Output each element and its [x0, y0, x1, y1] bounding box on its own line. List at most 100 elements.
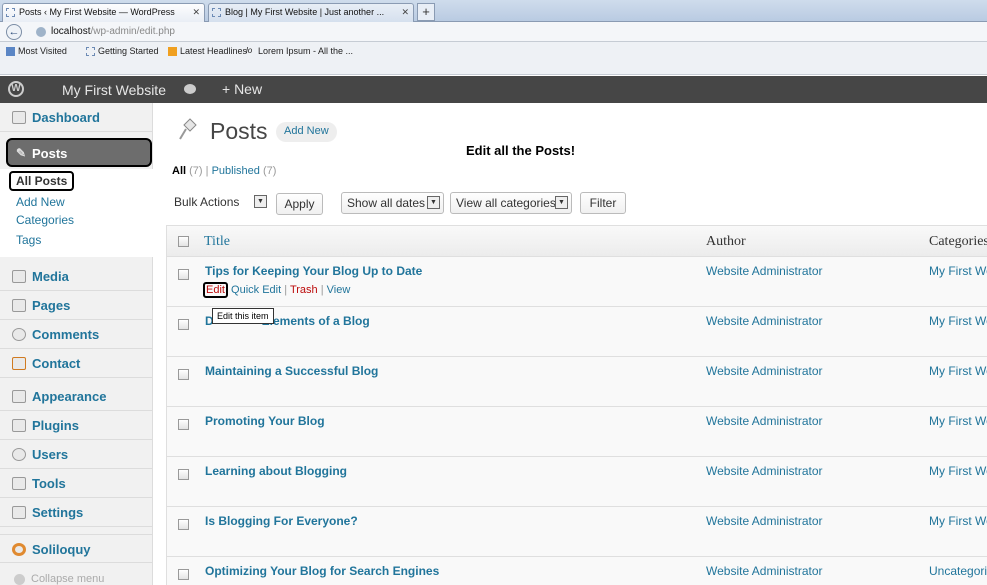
post-category-link[interactable]: My First We — [929, 414, 987, 428]
browser-tab-active[interactable]: Posts ‹ My First Website — WordPress ✕ — [2, 3, 205, 22]
select-value: Bulk Actions — [174, 195, 240, 209]
wp-admin-bar: W My First Website + New — [0, 76, 987, 103]
posts-submenu: All Posts Add New Categories Tags — [0, 169, 153, 257]
row-checkbox[interactable] — [178, 269, 189, 280]
column-title-header[interactable]: Title — [204, 234, 230, 250]
tab-title: Posts ‹ My First Website — WordPress — [19, 7, 175, 17]
new-content-button[interactable]: + New — [222, 81, 262, 97]
collapse-menu-button[interactable]: Collapse menu — [14, 573, 104, 585]
new-tab-button[interactable]: + — [417, 3, 435, 21]
post-author-link[interactable]: Website Administrator — [706, 264, 823, 278]
submenu-all-posts[interactable]: All Posts — [9, 171, 75, 191]
column-categories-header: Categories — [929, 234, 987, 249]
bookmark-latest-headlines[interactable]: Latest Headlines — [168, 46, 247, 56]
submenu-categories[interactable]: Categories — [16, 213, 74, 227]
menu-label: Settings — [32, 505, 84, 520]
post-title-text: Elements of a Blog — [261, 314, 370, 328]
menu-media[interactable]: Media — [0, 262, 153, 291]
post-author-link[interactable]: Website Administrator — [706, 314, 823, 328]
bookmark-lorem-ipsum[interactable]: lo Lorem Ipsum - All the ... — [246, 46, 353, 56]
add-new-button[interactable]: Add New — [276, 122, 337, 142]
date-filter-select[interactable]: Show all dates ▼ — [341, 192, 444, 214]
menu-label: Contact — [32, 356, 81, 371]
submenu-add-new[interactable]: Add New — [16, 195, 65, 209]
menu-label: Users — [32, 447, 69, 462]
row-checkbox[interactable] — [178, 369, 189, 380]
url-host: localhost — [51, 26, 91, 37]
close-tab-icon[interactable]: ✕ — [401, 4, 409, 21]
menu-plugins[interactable]: Plugins — [0, 411, 153, 440]
select-all-checkbox[interactable] — [178, 236, 189, 247]
dropdown-arrow-icon: ▼ — [427, 196, 440, 209]
globe-icon — [36, 27, 46, 37]
post-author-link[interactable]: Website Administrator — [706, 414, 823, 428]
collapse-label: Collapse menu — [31, 573, 105, 585]
dropdown-arrow-icon: ▼ — [555, 196, 568, 209]
post-title-link[interactable]: Optimizing Your Blog for Search Engines — [205, 564, 439, 578]
row-actions: Edit Quick Edit | Trash | View — [203, 282, 351, 298]
post-category-link[interactable]: Uncategoriz — [929, 564, 987, 578]
action-separator: | — [320, 284, 324, 296]
apply-button[interactable]: Apply — [276, 193, 323, 215]
menu-posts[interactable]: ✎ Posts — [6, 138, 152, 167]
post-author-link[interactable]: Website Administrator — [706, 364, 823, 378]
row-checkbox[interactable] — [178, 519, 189, 530]
menu-appearance[interactable]: Appearance — [0, 382, 153, 411]
rss-icon — [168, 47, 177, 56]
media-icon — [12, 270, 26, 283]
trash-link[interactable]: Trash — [290, 284, 318, 296]
post-title-link[interactable]: Promoting Your Blog — [205, 414, 325, 428]
bulk-actions-select[interactable]: Bulk Actions ▼ — [169, 192, 267, 214]
menu-soliloquy[interactable]: Soliloquy — [0, 534, 153, 563]
bookmark-most-visited[interactable]: Most Visited — [6, 46, 67, 56]
row-checkbox[interactable] — [178, 569, 189, 580]
filter-button[interactable]: Filter — [580, 192, 626, 214]
back-arrow-icon[interactable]: ← — [6, 24, 22, 40]
table-row: Promoting Your Blog Website Administrato… — [167, 407, 987, 457]
menu-dashboard[interactable]: Dashboard — [0, 103, 153, 132]
filter-all-link[interactable]: All — [172, 165, 186, 177]
post-title-link[interactable]: Learning about Blogging — [205, 464, 347, 478]
post-title-link[interactable]: Maintaining a Successful Blog — [205, 364, 378, 378]
category-filter-select[interactable]: View all categories ▼ — [450, 192, 572, 214]
dropdown-arrow-icon: ▼ — [254, 195, 267, 208]
menu-users[interactable]: Users — [0, 440, 153, 469]
post-title-link[interactable]: Is Blogging For Everyone? — [205, 514, 358, 528]
page-title: Posts — [210, 118, 268, 144]
menu-comments[interactable]: Comments — [0, 320, 153, 349]
bookmark-getting-started[interactable]: Getting Started — [86, 46, 159, 56]
menu-tools[interactable]: Tools — [0, 469, 153, 498]
most-visited-icon — [6, 47, 15, 56]
post-author-link[interactable]: Website Administrator — [706, 514, 823, 528]
view-link[interactable]: View — [327, 284, 351, 296]
menu-settings[interactable]: Settings — [0, 498, 153, 527]
post-category-link[interactable]: My First We — [929, 264, 987, 278]
close-tab-icon[interactable]: ✕ — [192, 4, 200, 21]
url-input[interactable]: localhost/wp-admin/edit.php — [51, 26, 175, 37]
bookmarks-bar: Most Visited Getting Started Latest Head… — [0, 42, 987, 75]
plugins-icon — [12, 419, 26, 432]
filter-separator: | — [205, 165, 209, 177]
post-category-link[interactable]: My First We — [929, 514, 987, 528]
row-checkbox[interactable] — [178, 469, 189, 480]
post-category-link[interactable]: My First We — [929, 364, 987, 378]
site-name-link[interactable]: My First Website — [62, 82, 166, 98]
post-author-link[interactable]: Website Administrator — [706, 464, 823, 478]
comment-bubble-icon[interactable] — [184, 84, 196, 94]
tab-title: Blog | My First Website | Just another .… — [225, 7, 385, 17]
browser-tab-inactive[interactable]: Blog | My First Website | Just another .… — [208, 3, 414, 22]
post-category-link[interactable]: My First We — [929, 464, 987, 478]
quick-edit-link[interactable]: Quick Edit — [231, 284, 281, 296]
row-checkbox[interactable] — [178, 419, 189, 430]
wordpress-logo-icon[interactable]: W — [8, 81, 24, 97]
edit-link[interactable]: Edit — [203, 282, 228, 298]
post-author-link[interactable]: Website Administrator — [706, 564, 823, 578]
row-checkbox[interactable] — [178, 319, 189, 330]
post-category-link[interactable]: My First We — [929, 314, 987, 328]
filter-published-link[interactable]: Published — [212, 165, 260, 177]
submenu-tags[interactable]: Tags — [16, 233, 41, 247]
settings-icon — [12, 506, 26, 519]
menu-pages[interactable]: Pages — [0, 291, 153, 320]
post-title-link[interactable]: Tips for Keeping Your Blog Up to Date — [205, 264, 422, 278]
menu-contact[interactable]: Contact — [0, 349, 153, 378]
